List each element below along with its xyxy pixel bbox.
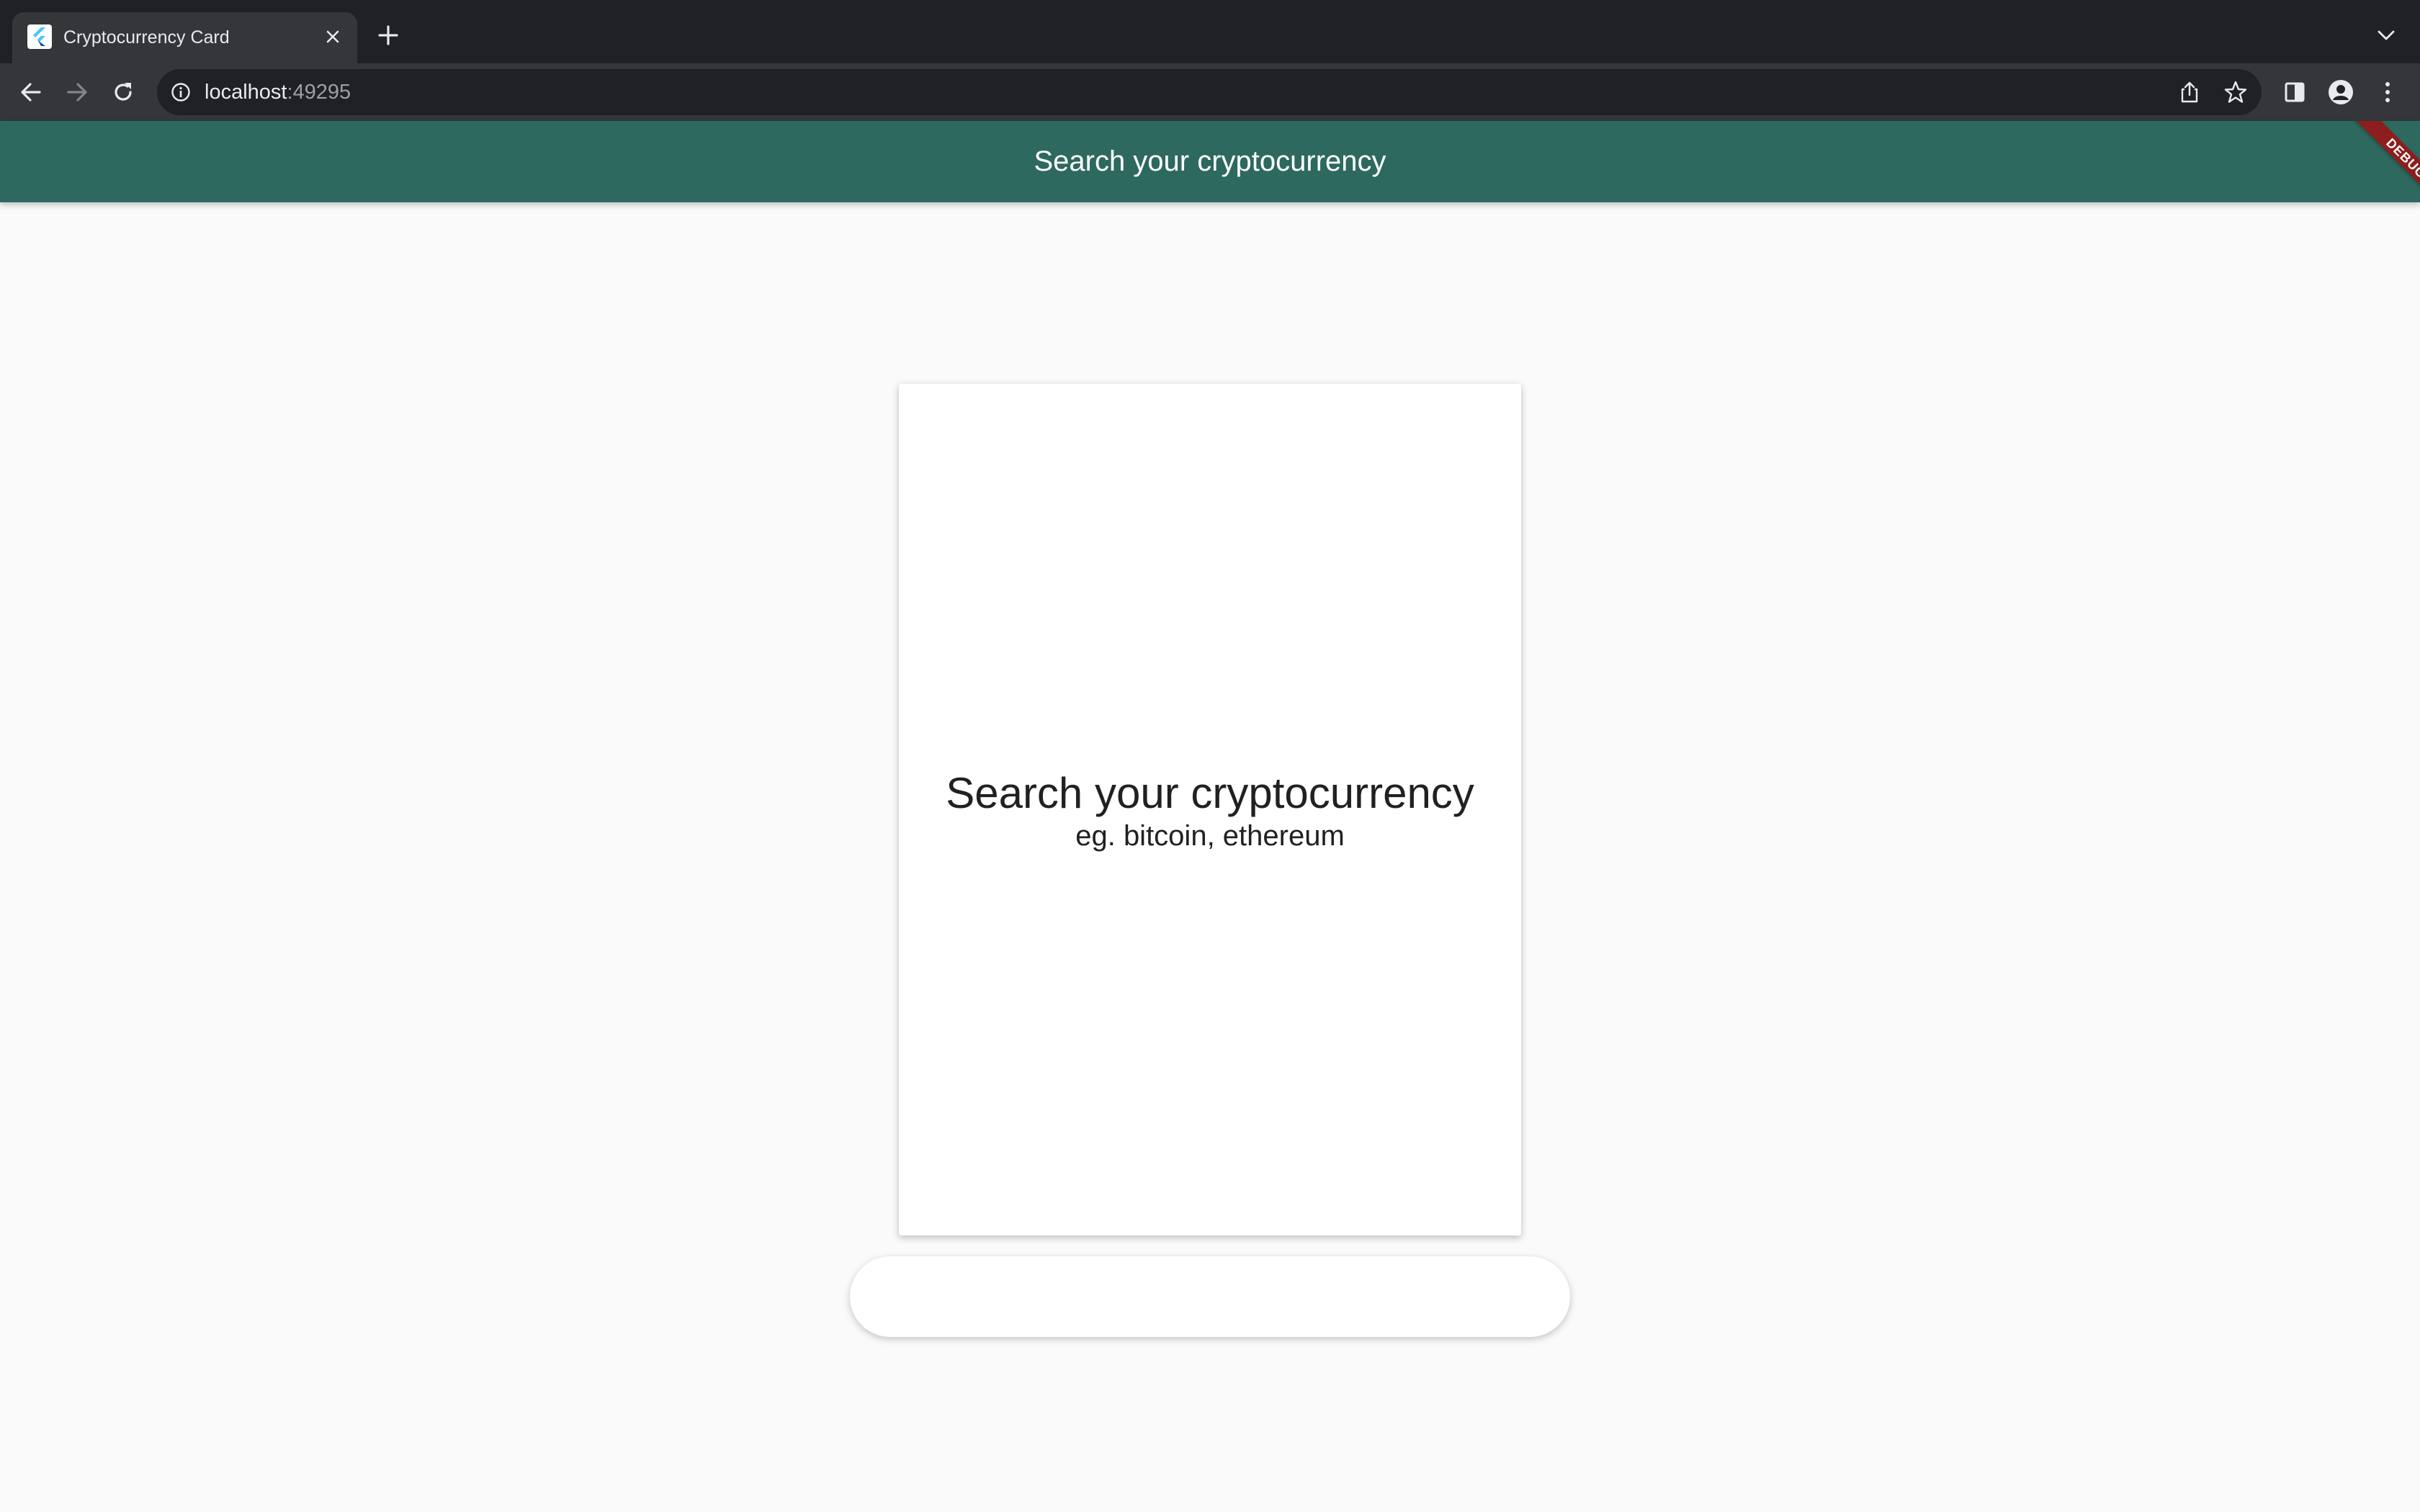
- card-title: Search your cryptocurrency: [946, 769, 1474, 817]
- browser-toolbar: localhost:49295: [0, 63, 2420, 121]
- back-button[interactable]: [14, 76, 48, 109]
- arrow-left-icon: [21, 83, 41, 102]
- share-icon[interactable]: [2175, 78, 2204, 107]
- profile-button[interactable]: [2324, 76, 2357, 109]
- url-host: localhost: [205, 81, 287, 104]
- reload-button[interactable]: [107, 76, 140, 109]
- app-bar-title: Search your cryptocurrency: [1034, 145, 1386, 177]
- reload-icon: [115, 83, 132, 101]
- profile-icon: [2329, 80, 2353, 104]
- plus-icon: [378, 25, 398, 45]
- menu-button[interactable]: [2371, 76, 2404, 109]
- side-panel-button[interactable]: [2278, 76, 2311, 109]
- flutter-icon: [27, 24, 52, 49]
- star-icon[interactable]: [2221, 78, 2250, 107]
- info-icon[interactable]: [169, 80, 193, 104]
- search-input[interactable]: [850, 1256, 1570, 1337]
- address-bar[interactable]: localhost:49295: [157, 69, 2262, 115]
- kebab-menu-icon: [2385, 82, 2390, 102]
- forward-button[interactable]: [60, 76, 94, 109]
- card-subtitle: eg. bitcoin, ethereum: [1075, 820, 1345, 852]
- browser-tab-strip: Cryptocurrency Card: [0, 0, 2420, 63]
- chevron-down-icon: [2378, 30, 2395, 40]
- browser-tab[interactable]: Cryptocurrency Card: [12, 12, 357, 63]
- url-port: :49295: [287, 81, 351, 104]
- tab-search-button[interactable]: [2374, 23, 2398, 48]
- address-url: localhost:49295: [205, 79, 351, 105]
- app-bar: Search your cryptocurrency DEBUG: [0, 121, 2420, 202]
- side-panel-icon: [2285, 82, 2305, 102]
- close-icon[interactable]: [321, 24, 345, 49]
- new-tab-button[interactable]: [375, 22, 402, 49]
- tab-title: Cryptocurrency Card: [63, 27, 230, 48]
- arrow-right-icon: [67, 83, 87, 102]
